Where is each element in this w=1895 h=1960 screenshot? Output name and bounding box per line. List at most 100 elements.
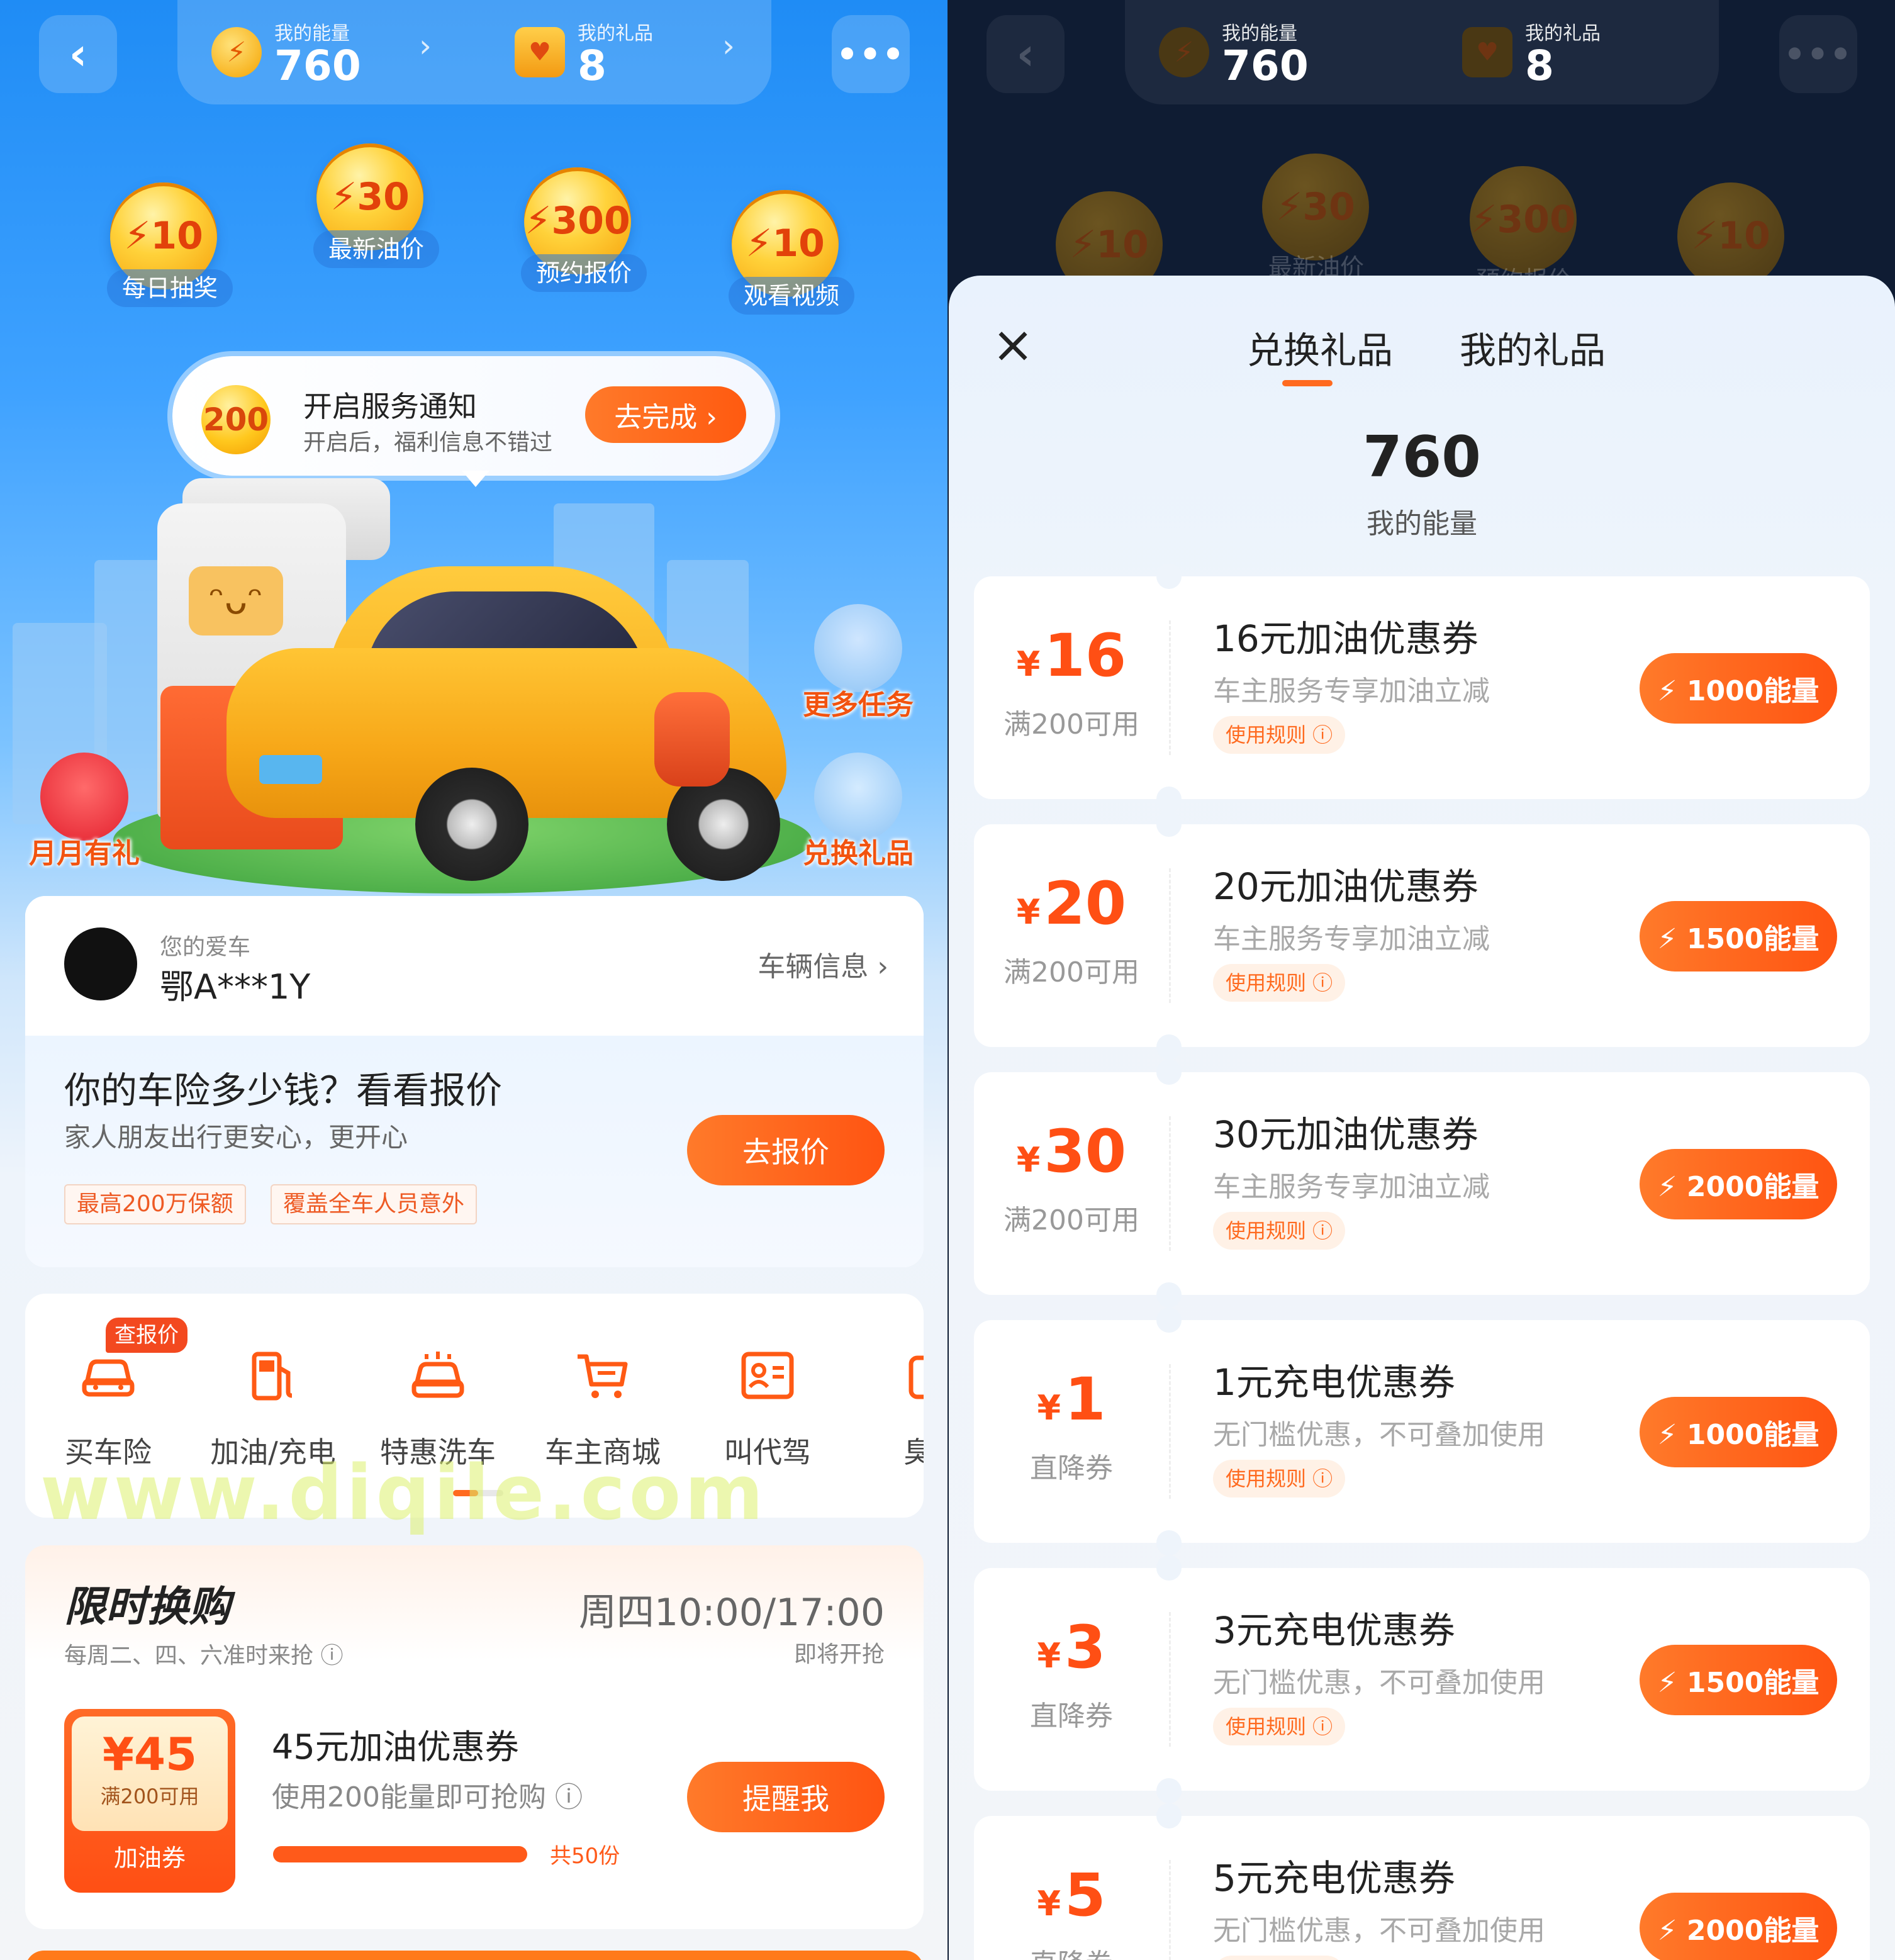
product-desc: 使用200能量即可抢购 ⓘ	[272, 1781, 583, 1813]
service-notice-bubble: 200 开启服务通知 开启后，福利信息不错过 去完成 ›	[172, 356, 775, 487]
energy-balance-label: 我的能量	[1367, 508, 1477, 540]
tab-exchange-gift[interactable]: 兑换礼品	[1247, 321, 1393, 374]
usage-rules-link[interactable]: 使用规则 ⓘ	[1213, 964, 1346, 1002]
service-ozone[interactable]: 臭氧	[857, 1344, 924, 1471]
coin-task-quote[interactable]: ⚡300 预约报价	[521, 167, 647, 292]
insurance-sub: 家人朋友出行更安心，更开心	[64, 1122, 408, 1153]
insurance-question: 你的车险多少钱？看看报价	[64, 1069, 503, 1112]
usage-rules-link[interactable]: 使用规则 ⓘ	[1213, 1708, 1346, 1745]
coupon-desc: 车主服务专享加油立减	[1213, 1171, 1490, 1203]
coupon-condition: 直降券	[974, 1941, 1169, 1960]
chevron-right-icon: ›	[419, 28, 432, 64]
back-button: ‹	[987, 15, 1065, 93]
redeem-button[interactable]: ⚡ 1500能量	[1640, 901, 1837, 972]
coupon-amount-wrap: ¥20	[974, 870, 1169, 947]
redeem-button[interactable]: ⚡ 1500能量	[1640, 1645, 1837, 1715]
coupon-amount: 20	[1044, 870, 1127, 938]
coupon-condition: 直降券	[1030, 1700, 1113, 1732]
energy-value: 760	[1222, 42, 1309, 90]
tab-my-gifts[interactable]: 我的礼品	[1460, 321, 1606, 374]
ticket-notch	[1156, 1308, 1182, 1333]
exchange-gift-label: 兑换礼品	[803, 837, 914, 870]
coupon-card[interactable]: ¥20 满200可用 20元加油优惠券 车主服务专享加油立减 使用规则 ⓘ ⚡ 1500能…	[974, 812, 1870, 1060]
notice-subtitle: 开启后，福利信息不错过	[303, 430, 553, 456]
notice-title: 开启服务通知	[303, 389, 477, 423]
usage-rules-link[interactable]: 使用规则 ⓘ	[1213, 716, 1346, 754]
coin-200-icon: 200	[201, 385, 271, 454]
close-icon[interactable]: ×	[990, 320, 1036, 370]
car-insurance-icon	[77, 1344, 140, 1407]
vehicle-info-link[interactable]: 车辆信息 ›	[757, 944, 888, 984]
insurance-section: 你的车险多少钱？看看报价 家人朋友出行更安心，更开心 最高200万保额 覆盖全车…	[25, 1036, 924, 1267]
bottom-strip	[25, 1951, 924, 1960]
gifts-label: 我的礼品	[578, 23, 653, 45]
coupon-desc: 无门槛优惠，不可叠加使用	[1213, 1915, 1545, 1947]
quote-button[interactable]: 去报价	[687, 1115, 885, 1185]
coupon-value: ¥1 直降券	[974, 1320, 1169, 1543]
more-tasks-entry[interactable]: 更多任务	[795, 604, 921, 722]
back-button[interactable]: ‹	[39, 15, 117, 93]
ticket-type: 加油券	[113, 1844, 186, 1872]
monthly-gift-entry[interactable]: 月月有礼	[21, 753, 147, 871]
coupon-value: ¥5 直降券	[974, 1816, 1169, 1960]
coupon-card[interactable]: ¥1 直降券 1元充电优惠券 无门槛优惠，不可叠加使用 使用规则 ⓘ ⚡ 1000能量	[974, 1308, 1870, 1555]
coupon-value: ¥16 满200可用	[974, 576, 1169, 799]
chevron-right-icon: ›	[722, 28, 735, 64]
currency-symbol: ¥	[1016, 644, 1041, 684]
usage-rules-link[interactable]: 使用规则 ⓘ	[1213, 1956, 1346, 1960]
usage-rules-link[interactable]: 使用规则 ⓘ	[1213, 1212, 1346, 1250]
coupon-name: 1元充电优惠券	[1213, 1361, 1455, 1404]
car-wash-icon	[406, 1344, 469, 1407]
coupon-name: 3元充电优惠券	[1213, 1609, 1455, 1652]
coin-task-video[interactable]: ⚡10 观看视频	[729, 190, 854, 315]
energy-stat[interactable]: ⚡ 我的能量 760 ›	[211, 11, 432, 93]
ticket-notch	[1156, 1034, 1182, 1060]
coupon-amount-wrap: ¥1	[974, 1365, 1169, 1443]
coin-task-label: 观看视频	[729, 277, 854, 315]
coupon-value: ¥20 满200可用	[974, 824, 1169, 1047]
ticket-notch	[1156, 1530, 1182, 1555]
redeem-button[interactable]: ⚡ 1000能量	[1640, 653, 1837, 724]
lightning-coin-icon: ⚡	[211, 27, 262, 77]
coupon-card[interactable]: ¥3 直降券 3元充电优惠券 无门槛优惠，不可叠加使用 使用规则 ⓘ ⚡ 1500能量	[974, 1555, 1870, 1803]
gift-box-icon: ♥	[1462, 27, 1512, 77]
energy-stat: ⚡ 我的能量 760	[1159, 11, 1309, 93]
more-dots-icon: •••	[836, 34, 905, 74]
lightning-coin-icon: ⚡	[1159, 27, 1209, 77]
redeem-button[interactable]: ⚡ 1000能量	[1640, 1397, 1837, 1467]
coupon-card[interactable]: ¥5 直降券 5元充电优惠券无门槛优惠，不可叠加使用使用规则 ⓘ ⚡ 2000能量	[974, 1803, 1870, 1960]
coupon-amount: 5	[1065, 1861, 1106, 1930]
coin-task-label: 最新油价	[313, 230, 439, 268]
redeem-button[interactable]: ⚡ 2000能量	[1640, 1149, 1837, 1219]
coupon-amount: 30	[1044, 1117, 1127, 1186]
coin-task-oil-price[interactable]: ⚡30 最新油价	[313, 143, 439, 268]
complete-button[interactable]: 去完成 ›	[585, 386, 746, 443]
coupon-card[interactable]: ¥16 满200可用 16元加油优惠券 车主服务专享加油立减 使用规则 ⓘ ⚡ 1000能…	[974, 564, 1870, 812]
coupon-amount-wrap: ¥16	[974, 622, 1169, 699]
coupon-condition: 满200可用	[1003, 956, 1139, 988]
coupon-card[interactable]: ¥30 满200可用 30元加油优惠券 车主服务专享加油立减 使用规则 ⓘ ⚡ 2000能…	[974, 1060, 1870, 1308]
flash-sale-card: 限时换购 每周二、四、六准时来抢 ⓘ 周四10:00/17:00 即将开抢 ¥4…	[25, 1545, 924, 1929]
currency-symbol: ¥	[1037, 1636, 1061, 1676]
more-button[interactable]: •••	[832, 15, 910, 93]
redeem-button[interactable]: ⚡ 2000能量	[1640, 1893, 1837, 1960]
dashed-divider	[1169, 1364, 1171, 1499]
currency-symbol: ¥	[1016, 892, 1041, 932]
usage-rules-link[interactable]: 使用规则 ⓘ	[1213, 1460, 1346, 1498]
calendar-icon	[814, 604, 902, 692]
my-car-card: 您的爱车 鄂A***1Y 车辆信息 › 你的车险多少钱？看看报价 家人朋友出行更…	[25, 896, 924, 1267]
coupon-value: ¥3 直降券	[974, 1568, 1169, 1791]
coupon-amount-wrap: ¥5	[974, 1861, 1169, 1939]
gifts-stat[interactable]: ♥ 我的礼品 8 ›	[515, 11, 735, 93]
flash-sale-time: 周四10:00/17:00	[578, 1591, 885, 1635]
insurance-tag: 覆盖全车人员意外	[271, 1184, 478, 1224]
exchange-gift-entry[interactable]: 兑换礼品	[795, 753, 921, 871]
coupon-condition: 满200可用	[1003, 708, 1139, 741]
coin-task-daily-lottery[interactable]: ⚡10 每日抽奖	[107, 182, 233, 307]
coupon-name: 30元加油优惠券	[1213, 1113, 1479, 1156]
remind-me-button[interactable]: 提醒我	[687, 1762, 885, 1832]
watermark: www.diqile.com	[40, 1450, 768, 1537]
coupon-desc: 车主服务专享加油立减	[1213, 675, 1490, 707]
your-car-label: 您的爱车	[160, 934, 251, 960]
chevron-left-icon: ‹	[69, 28, 87, 80]
